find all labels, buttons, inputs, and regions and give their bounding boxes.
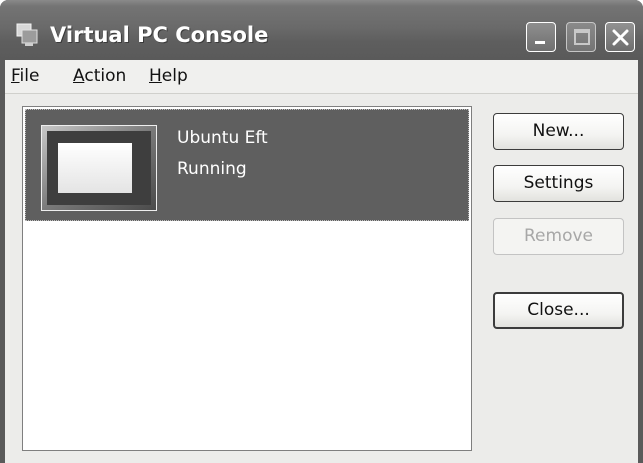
virtual-pc-console-window: Virtual PC Console File Action Help Ubun…	[0, 0, 643, 463]
window-title: Virtual PC Console	[50, 23, 269, 47]
menu-file-accel: F	[11, 66, 20, 86]
vm-list-item[interactable]: Ubuntu Eft Running	[25, 109, 469, 221]
menu-help-label: elp	[161, 66, 188, 86]
remove-button[interactable]: Remove	[493, 218, 624, 255]
menu-file[interactable]: File	[11, 66, 39, 86]
close-icon	[612, 29, 629, 46]
maximize-icon	[574, 29, 590, 45]
menu-help[interactable]: Help	[149, 66, 188, 86]
maximize-button[interactable]	[566, 22, 596, 52]
vm-screen-thumbnail-icon	[41, 125, 157, 211]
client-area: File Action Help Ubuntu Eft Running New.…	[5, 60, 638, 463]
new-button[interactable]: New...	[493, 113, 624, 150]
menu-help-accel: H	[149, 66, 162, 86]
close-window-button[interactable]	[605, 22, 635, 52]
virtual-pc-app-icon	[16, 23, 38, 46]
menu-action-accel: A	[73, 66, 85, 86]
vm-name: Ubuntu Eft	[177, 128, 268, 148]
minimize-icon	[535, 41, 545, 44]
close-button[interactable]: Close...	[493, 292, 624, 329]
vm-status: Running	[177, 159, 247, 179]
menu-action-label: ction	[84, 66, 127, 86]
menu-action[interactable]: Action	[73, 66, 126, 86]
settings-button[interactable]: Settings	[493, 165, 624, 202]
menu-file-label: ile	[19, 66, 40, 86]
title-bar[interactable]: Virtual PC Console	[0, 0, 643, 60]
menu-bar: File Action Help	[5, 60, 638, 94]
minimize-button[interactable]	[526, 22, 556, 52]
virtual-machine-list[interactable]: Ubuntu Eft Running	[22, 106, 472, 451]
